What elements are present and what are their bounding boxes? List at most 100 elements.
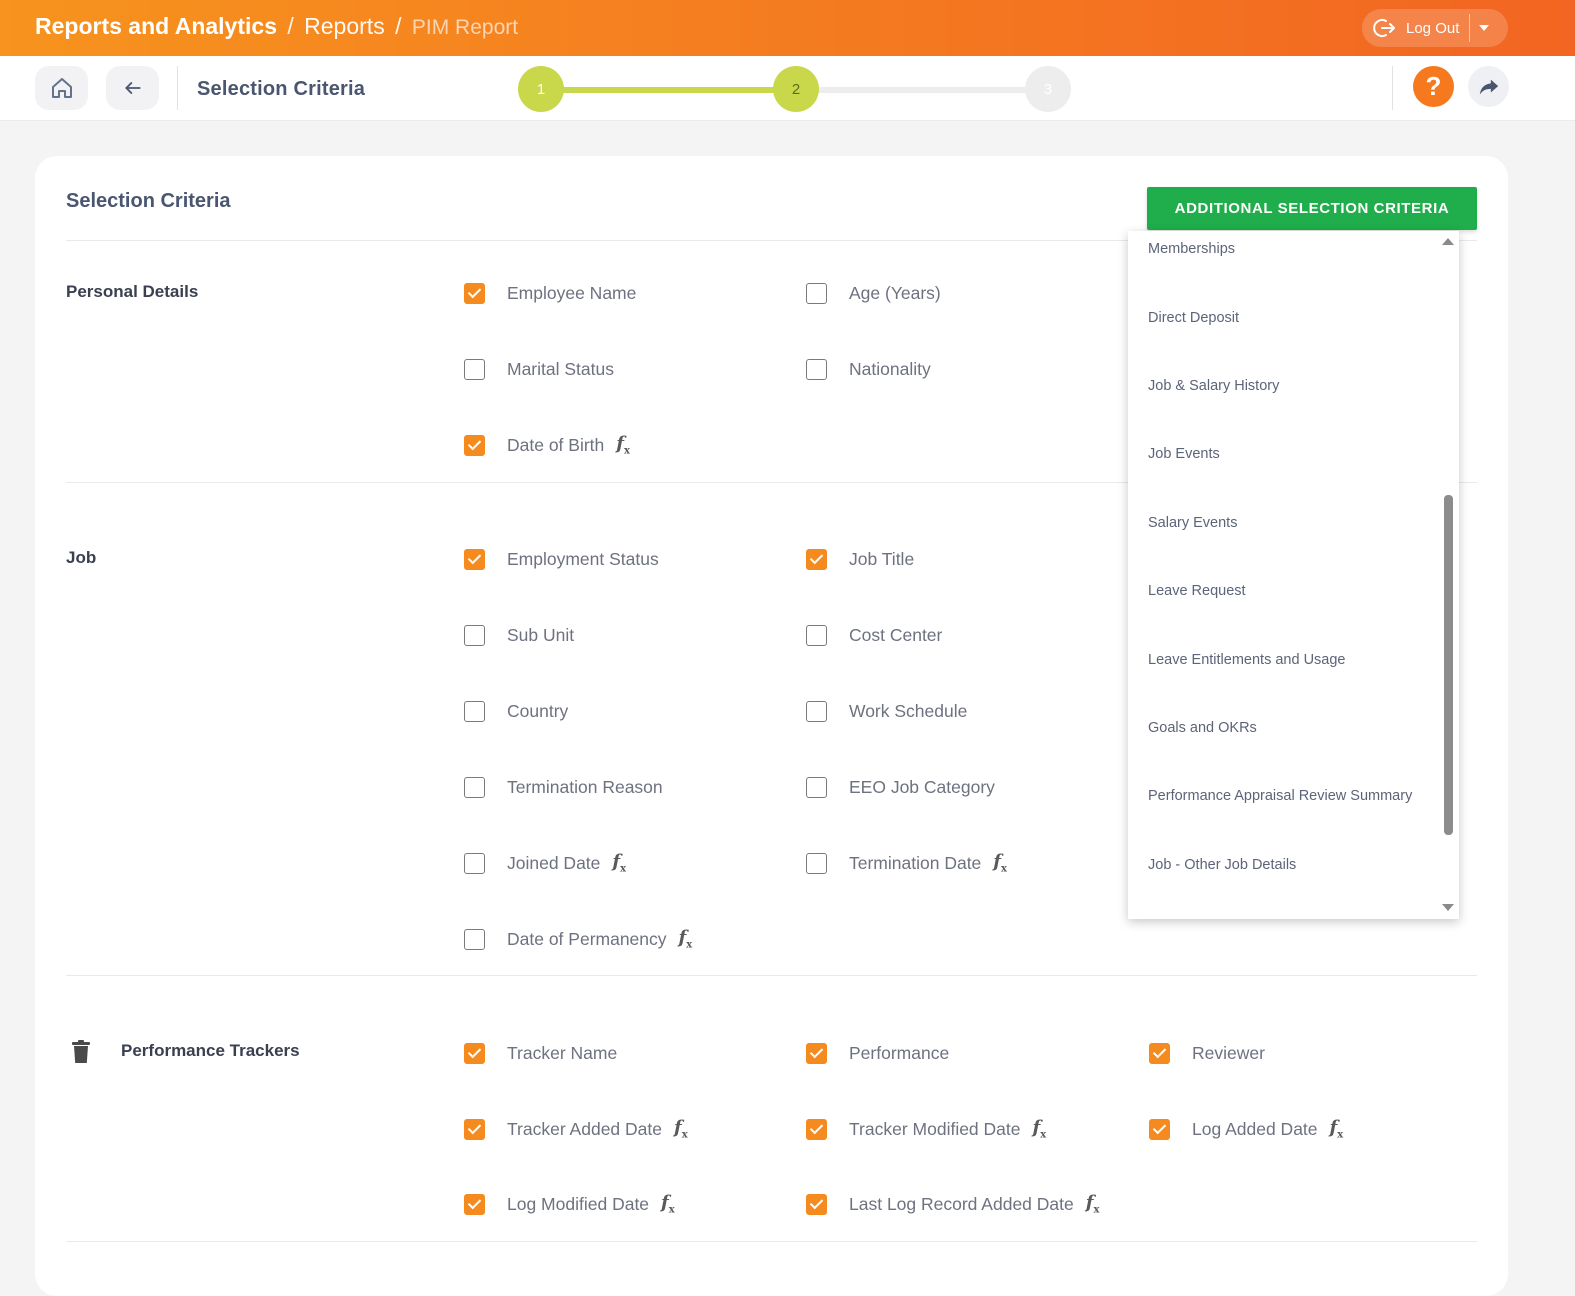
dropdown-item-job-salary-history[interactable]: Job & Salary History: [1148, 378, 1279, 394]
checkbox[interactable]: [806, 1118, 827, 1140]
checkbox-label: Performance: [849, 1042, 950, 1063]
field-employment-status[interactable]: Employment Status: [464, 547, 659, 571]
checkbox[interactable]: [464, 852, 485, 874]
field-performance[interactable]: Performance: [806, 1041, 949, 1065]
formula-icon[interactable]: fx: [1033, 1117, 1047, 1141]
checkbox-label: Termination Date: [849, 852, 982, 873]
checkbox-label: Log Modified Date: [507, 1193, 650, 1214]
checkbox[interactable]: [806, 776, 827, 798]
breadcrumb-module[interactable]: Reports and Analytics: [35, 13, 277, 39]
field-termination-date[interactable]: Termination Date fx: [806, 851, 1007, 875]
field-reviewer[interactable]: Reviewer: [1149, 1041, 1265, 1065]
formula-icon[interactable]: fx: [661, 1192, 675, 1216]
home-button[interactable]: [35, 66, 88, 110]
page-title: Selection Criteria: [197, 78, 366, 100]
checkbox[interactable]: [806, 700, 827, 722]
checkbox-label: Date of Birth: [507, 434, 605, 455]
checkbox[interactable]: [464, 700, 485, 722]
trash-icon[interactable]: [71, 1040, 91, 1064]
field-log-added-date[interactable]: Log Added Date fx: [1149, 1117, 1343, 1141]
back-button[interactable]: [106, 66, 159, 110]
checkbox[interactable]: [1149, 1042, 1170, 1064]
step-3[interactable]: 3: [1025, 66, 1071, 112]
checkbox-label: Termination Reason: [507, 776, 663, 797]
field-job-title[interactable]: Job Title: [806, 547, 914, 571]
dropdown-item-memberships[interactable]: Memberships: [1148, 241, 1235, 257]
formula-icon[interactable]: fx: [1086, 1192, 1100, 1216]
field-tracker-modified-date[interactable]: Tracker Modified Date fx: [806, 1117, 1046, 1141]
field-employee-name[interactable]: Employee Name: [464, 281, 636, 305]
checkbox[interactable]: [806, 1042, 827, 1064]
field-date-of-birth[interactable]: Date of Birth fx: [464, 433, 630, 457]
checkbox-label: EEO Job Category: [849, 776, 995, 797]
dropdown-item-performance-appraisal[interactable]: Performance Appraisal Review Summary: [1148, 788, 1412, 804]
checkbox[interactable]: [806, 548, 827, 570]
field-work-schedule[interactable]: Work Schedule: [806, 699, 967, 723]
checkbox[interactable]: [464, 928, 485, 950]
field-joined-date[interactable]: Joined Date fx: [464, 851, 626, 875]
field-termination-reason[interactable]: Termination Reason: [464, 775, 663, 799]
field-nationality[interactable]: Nationality: [806, 357, 931, 381]
checkbox[interactable]: [806, 282, 827, 304]
formula-icon[interactable]: fx: [674, 1117, 688, 1141]
checkbox[interactable]: [464, 776, 485, 798]
breadcrumb-separator: /: [395, 13, 402, 39]
field-tracker-added-date[interactable]: Tracker Added Date fx: [464, 1117, 688, 1141]
field-age[interactable]: Age (Years): [806, 281, 941, 305]
field-eeo-job-category[interactable]: EEO Job Category: [806, 775, 995, 799]
checkbox[interactable]: [806, 358, 827, 380]
breadcrumb-section[interactable]: Reports: [304, 13, 385, 39]
share-button[interactable]: [1468, 66, 1509, 107]
checkbox[interactable]: [806, 624, 827, 646]
dropdown-item-job-other-details[interactable]: Job - Other Job Details: [1148, 857, 1296, 873]
dropdown-item-job-events[interactable]: Job Events: [1148, 446, 1220, 462]
checkbox[interactable]: [464, 1193, 485, 1215]
checkbox[interactable]: [464, 1042, 485, 1064]
formula-icon[interactable]: fx: [616, 433, 630, 457]
additional-selection-criteria-button[interactable]: ADDITIONAL SELECTION CRITERIA: [1147, 187, 1477, 230]
additional-criteria-dropdown: Memberships Direct Deposit Job & Salary …: [1128, 231, 1459, 919]
logout-icon: [1373, 19, 1395, 37]
dropdown-item-leave-request[interactable]: Leave Request: [1148, 583, 1246, 599]
sub-bar: Selection Criteria 1 2 3 ?: [0, 56, 1575, 121]
checkbox[interactable]: [464, 548, 485, 570]
checkbox[interactable]: [806, 852, 827, 874]
field-sub-unit[interactable]: Sub Unit: [464, 623, 574, 647]
checkbox[interactable]: [464, 434, 485, 456]
checkbox[interactable]: [1149, 1118, 1170, 1140]
formula-icon[interactable]: fx: [679, 927, 693, 951]
checkbox[interactable]: [464, 358, 485, 380]
dropdown-item-goals-okrs[interactable]: Goals and OKRs: [1148, 720, 1257, 736]
field-marital-status[interactable]: Marital Status: [464, 357, 614, 381]
chevron-down-icon[interactable]: [1479, 25, 1490, 31]
field-log-modified-date[interactable]: Log Modified Date fx: [464, 1192, 675, 1216]
formula-icon[interactable]: fx: [1330, 1117, 1344, 1141]
step-2[interactable]: 2: [773, 66, 819, 112]
field-date-of-permanency[interactable]: Date of Permanency fx: [464, 927, 692, 951]
checkbox[interactable]: [464, 624, 485, 646]
checkbox[interactable]: [806, 1193, 827, 1215]
scrollbar-thumb[interactable]: [1444, 495, 1453, 835]
dropdown-item-direct-deposit[interactable]: Direct Deposit: [1148, 310, 1239, 326]
step-1[interactable]: 1: [518, 66, 564, 112]
divider: [177, 66, 178, 110]
home-icon: [51, 78, 72, 98]
formula-icon[interactable]: fx: [612, 851, 626, 875]
field-last-log-record-added-date[interactable]: Last Log Record Added Date fx: [806, 1192, 1099, 1216]
checkbox[interactable]: [464, 282, 485, 304]
field-cost-center[interactable]: Cost Center: [806, 623, 942, 647]
section-title-personal-details: Personal Details: [66, 282, 199, 301]
dropdown-item-salary-events[interactable]: Salary Events: [1148, 515, 1237, 531]
scroll-up-arrow[interactable]: [1442, 238, 1454, 245]
checkbox[interactable]: [464, 1118, 485, 1140]
logout-button[interactable]: Log Out: [1362, 9, 1508, 47]
card-title: Selection Criteria: [66, 190, 231, 212]
breadcrumb-separator: /: [287, 13, 294, 39]
field-tracker-name[interactable]: Tracker Name: [464, 1041, 617, 1065]
field-country[interactable]: Country: [464, 699, 568, 723]
scroll-down-arrow[interactable]: [1442, 904, 1454, 911]
formula-icon[interactable]: fx: [993, 851, 1007, 875]
dropdown-item-leave-entitlements[interactable]: Leave Entitlements and Usage: [1148, 652, 1346, 668]
checkbox-label: Tracker Added Date: [507, 1118, 662, 1139]
help-button[interactable]: ?: [1413, 66, 1454, 107]
